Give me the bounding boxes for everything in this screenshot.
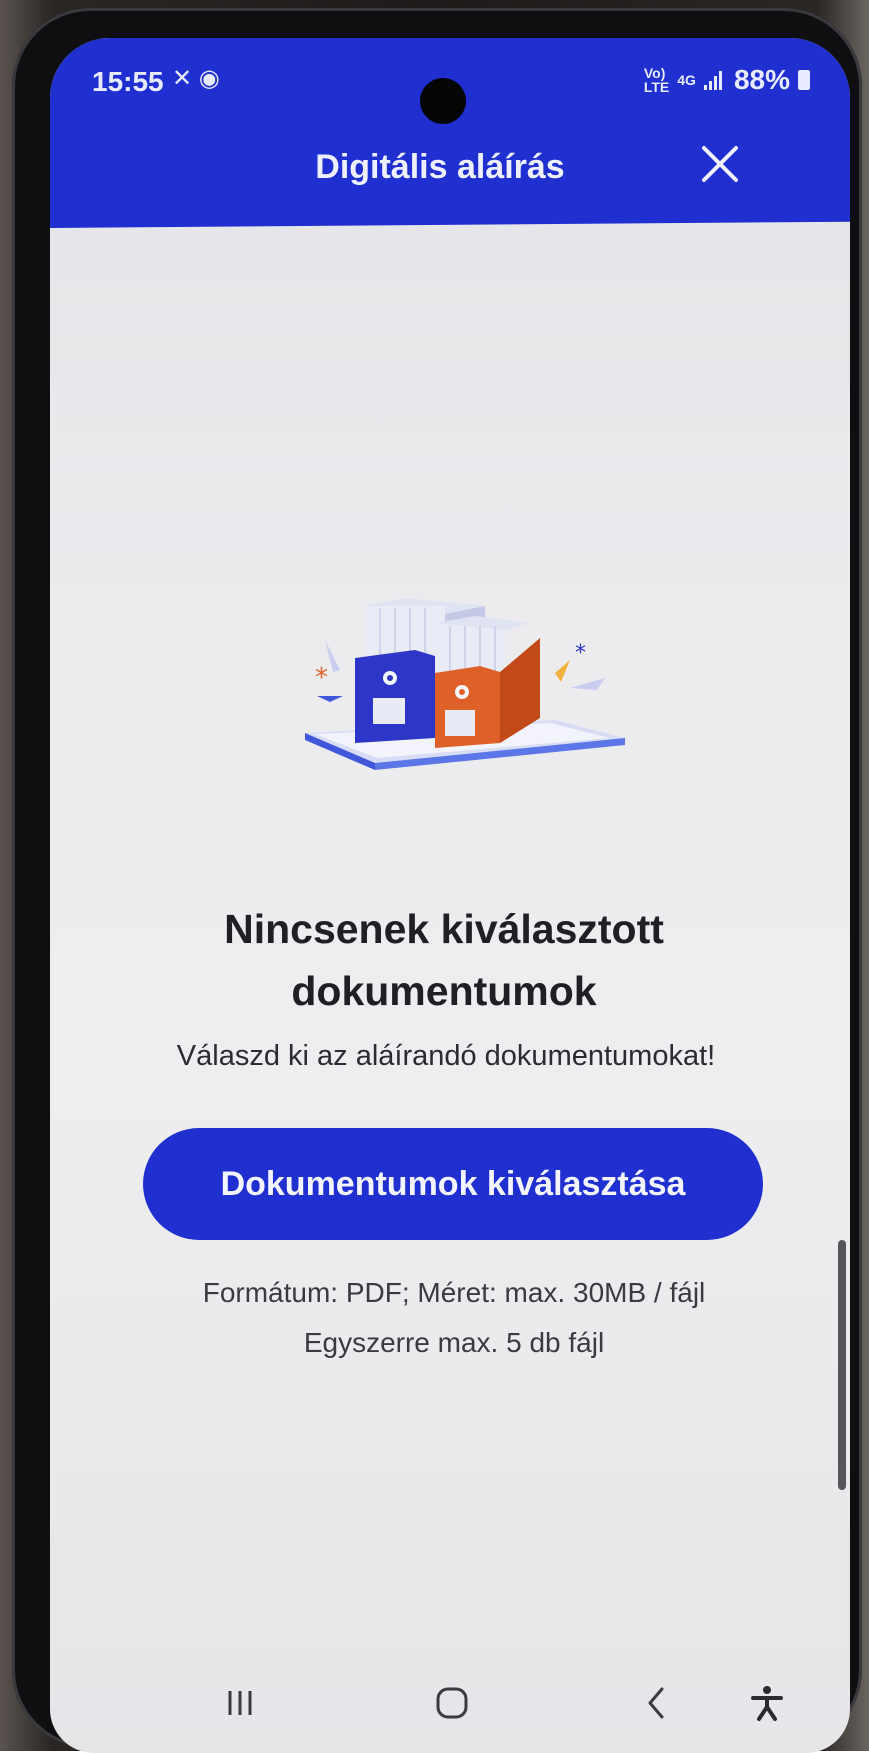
heading-line-1: Nincsenek kiválasztott bbox=[224, 906, 664, 952]
signal-icon bbox=[703, 70, 726, 90]
status-time: 15:55 bbox=[92, 66, 164, 97]
close-icon bbox=[702, 146, 738, 182]
app-screen: 15:55 ✕ ◉ Vo) LTE 4G 88% Digitális aláír… bbox=[50, 38, 850, 1753]
back-button[interactable] bbox=[616, 1673, 696, 1733]
system-navigation-bar bbox=[50, 1673, 850, 1733]
lte-label: LTE bbox=[643, 79, 670, 95]
format-info: Formátum: PDF; Méret: max. 30MB / fájl bbox=[202, 1277, 706, 1308]
volte-indicator: Vo) LTE bbox=[644, 66, 669, 94]
front-camera bbox=[420, 78, 466, 124]
close-button[interactable] bbox=[690, 134, 750, 194]
home-button[interactable] bbox=[412, 1673, 492, 1733]
select-documents-button[interactable]: Dokumentumok kiválasztása bbox=[143, 1128, 763, 1240]
recents-icon bbox=[228, 1691, 252, 1715]
volte-label: Vo) bbox=[643, 65, 666, 81]
notification-icons: ✕ ◉ bbox=[172, 65, 220, 92]
network-gen-indicator: 4G bbox=[677, 72, 696, 88]
file-limit-info: Egyszerre max. 5 db fájl bbox=[303, 1327, 605, 1358]
heading-line-2: dokumentumok bbox=[291, 968, 597, 1014]
document-folders-illustration: * * bbox=[285, 578, 645, 798]
recents-button[interactable] bbox=[200, 1673, 280, 1733]
phone-frame: 15:55 ✕ ◉ Vo) LTE 4G 88% Digitális aláír… bbox=[12, 8, 862, 1753]
battery-icon bbox=[798, 70, 810, 90]
svg-text:*: * bbox=[575, 641, 586, 666]
select-documents-label: Dokumentumok kiválasztása bbox=[220, 1164, 686, 1203]
empty-state-subtext: Válaszd ki az aláírandó dokumentumokat! bbox=[176, 1040, 716, 1072]
svg-text:*: * bbox=[315, 663, 328, 693]
empty-state-heading: Nincsenek kiválasztott dokumentumok bbox=[50, 898, 844, 1022]
phone-side-button bbox=[838, 1240, 846, 1490]
status-bar: 15:55 ✕ ◉ Vo) LTE 4G 88% bbox=[50, 60, 850, 124]
file-requirements-info: Formátum: PDF; Méret: max. 30MB / fájl E… bbox=[54, 1268, 850, 1368]
title-bar: Digitális aláírás bbox=[50, 128, 850, 208]
home-icon bbox=[436, 1687, 468, 1719]
status-right-group: Vo) LTE 4G 88% bbox=[644, 64, 810, 96]
back-icon bbox=[648, 1687, 664, 1719]
accessibility-icon bbox=[751, 1686, 783, 1721]
accessibility-button[interactable] bbox=[732, 1673, 802, 1733]
battery-percentage: 88% bbox=[733, 64, 790, 95]
